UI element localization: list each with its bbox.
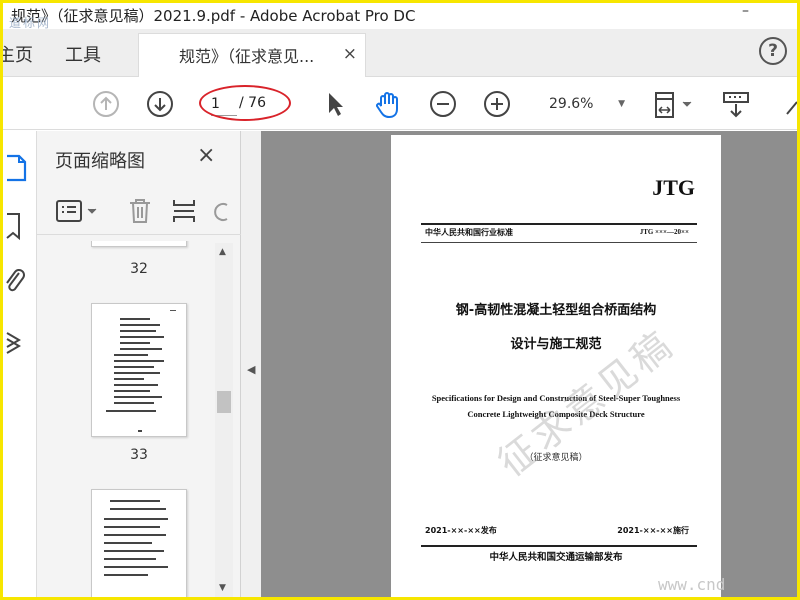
scroll-mode-icon[interactable] <box>721 90 753 124</box>
help-button[interactable]: ? <box>759 37 787 65</box>
scrollbar-thumb[interactable] <box>217 391 231 413</box>
scroll-down-icon[interactable]: ▼ <box>219 583 226 593</box>
zoom-in-icon[interactable] <box>483 90 511 122</box>
next-page-icon[interactable] <box>146 90 174 122</box>
minimize-button[interactable]: – <box>742 3 749 19</box>
implementation-date: 2021-××-××施行 <box>617 526 689 535</box>
window-title: 规范》（征求意见稿）2021.9.pdf - Adobe Acrobat Pro… <box>11 7 416 25</box>
zoom-value: 29.6% <box>549 96 594 112</box>
thumbnails-panel: 页面缩略图 × 32 33 ▲ ▼ <box>37 131 241 597</box>
layers-icon[interactable] <box>5 327 27 361</box>
navigation-rail <box>3 131 37 597</box>
close-panel-button[interactable]: × <box>197 143 215 168</box>
zoom-dropdown[interactable]: 29.6% ▼ <box>543 95 631 117</box>
tab-document[interactable]: 规范》（征求意见... × <box>138 33 366 77</box>
thumbnail-list: 32 33 <box>37 241 217 597</box>
collapse-panel-icon[interactable]: ◀ <box>247 363 255 376</box>
acrobat-window: 规范》（征求意见稿）2021.9.pdf - Adobe Acrobat Pro… <box>3 3 797 597</box>
rotate-page-icon[interactable] <box>213 197 233 229</box>
thumbnail-page-33[interactable] <box>91 489 187 597</box>
release-date: 2021-××-××发布 <box>425 526 497 535</box>
close-tab-button[interactable]: × <box>343 44 357 64</box>
chevron-down-icon: ▼ <box>618 99 625 109</box>
document-view[interactable]: JTG 中华人民共和国行业标准 JTG ×××—20×× 钢-高韧性混凝土轻型组… <box>261 131 797 597</box>
options-menu-icon[interactable] <box>55 199 101 227</box>
thumbnail-scrollbar[interactable]: ▲ ▼ <box>215 243 233 597</box>
panel-title: 页面缩略图 <box>55 151 145 172</box>
footer-rule <box>421 545 697 547</box>
issuer: 中华人民共和国交通运输部发布 <box>489 552 623 563</box>
scroll-up-icon[interactable]: ▲ <box>219 247 226 257</box>
thumbnail-label: 32 <box>130 261 148 277</box>
previous-page-icon[interactable] <box>92 90 120 122</box>
thumbnail-page-31[interactable] <box>91 241 187 247</box>
zoom-out-icon[interactable] <box>429 90 457 122</box>
site-watermark: www.cnd <box>658 575 726 594</box>
header-rule <box>421 223 697 225</box>
thumbnail-page-32[interactable] <box>91 303 187 437</box>
title-bar: 规范》（征求意见稿）2021.9.pdf - Adobe Acrobat Pro… <box>3 3 797 29</box>
tab-tools[interactable]: 工具 <box>65 41 101 67</box>
fit-width-icon[interactable] <box>653 90 697 124</box>
thumbnail-label: 33 <box>130 447 148 463</box>
hand-tool-icon[interactable] <box>373 90 403 124</box>
extract-page-icon[interactable] <box>171 197 197 229</box>
title-cn-line1: 钢-高韧性混凝土轻型组合桥面结构 <box>455 303 657 318</box>
annotation-ring <box>199 85 291 121</box>
document-tab-label: 规范》（征求意见... <box>179 47 315 66</box>
bookmarks-icon[interactable] <box>5 211 27 245</box>
attachments-icon[interactable] <box>5 267 27 301</box>
toolbar: / 76 29.6% ▼ <box>3 78 797 130</box>
standard-type: 中华人民共和国行业标准 <box>425 228 513 237</box>
header-rule-thin <box>421 242 697 243</box>
delete-page-icon[interactable] <box>127 197 153 229</box>
standard-number: JTG ×××—20×× <box>639 228 689 236</box>
pdf-page: JTG 中华人民共和国行业标准 JTG ×××—20×× 钢-高韧性混凝土轻型组… <box>391 135 721 597</box>
jtg-logo: JTG <box>652 175 695 200</box>
page-navigator: / 76 <box>199 85 293 121</box>
panel-splitter[interactable]: ◀ <box>241 131 261 597</box>
select-tool-icon[interactable] <box>323 90 347 122</box>
tab-bar: 主页 工具 规范》（征求意见... × ? <box>3 29 797 77</box>
draw-tool-icon[interactable] <box>785 90 797 122</box>
tab-home[interactable]: 主页 <box>3 41 33 67</box>
panel-toolbar <box>37 187 241 235</box>
page-thumbnails-icon[interactable] <box>5 153 27 187</box>
